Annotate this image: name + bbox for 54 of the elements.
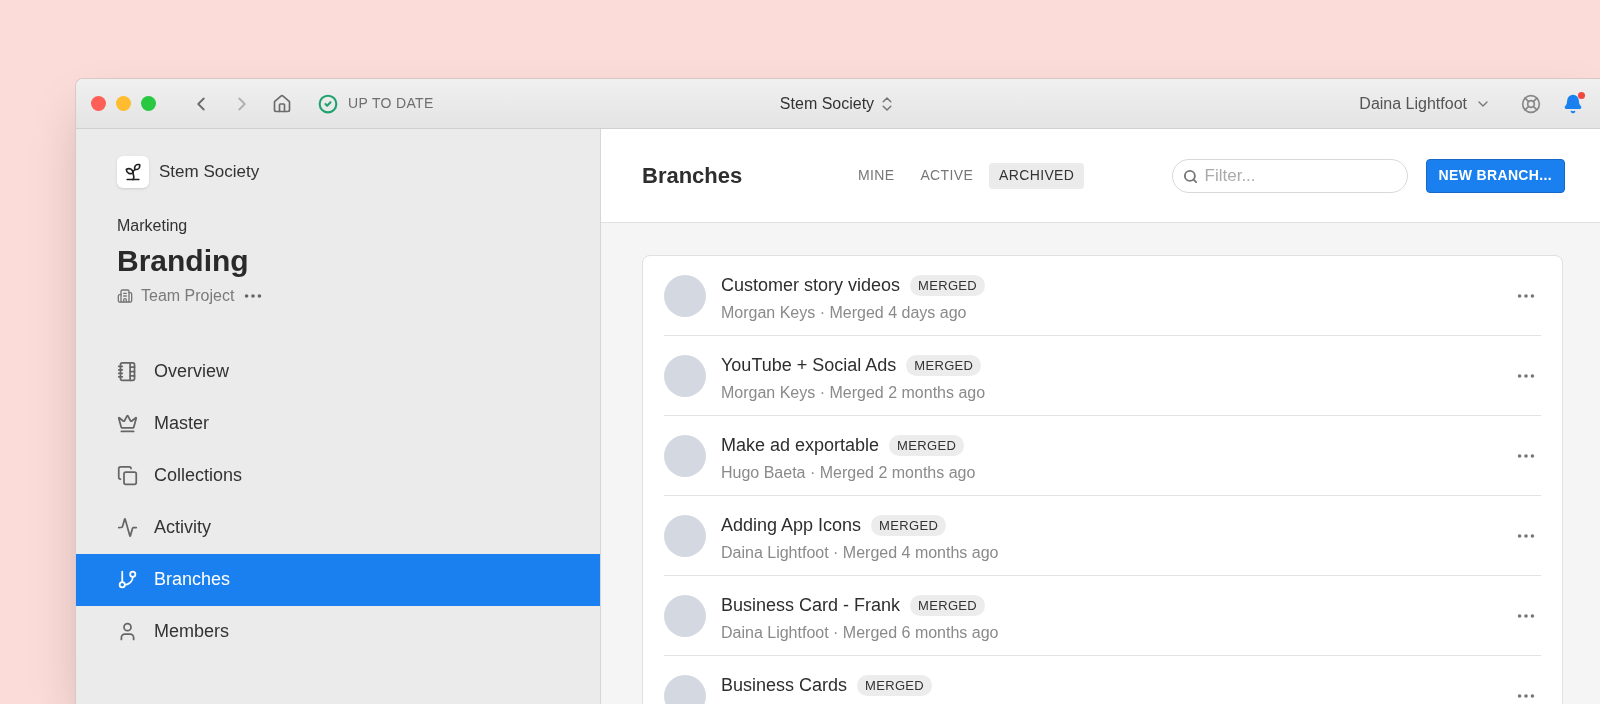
lifebuoy-icon[interactable] [1521,93,1541,114]
sync-status: UP TO DATE [348,94,434,113]
nav-item[interactable]: Branches [76,553,600,606]
avatar [664,595,706,637]
branch-meta: Hugo Baeta · Merged 2 months ago [721,463,976,483]
status-badge: MERGED [889,434,965,457]
status-badge: MERGED [857,674,933,697]
nav-item[interactable]: Overview [76,345,600,398]
group-name: Marketing [116,216,189,236]
new-branch-button[interactable]: NEW BRANCH... [1425,158,1565,193]
nav-item[interactable]: Members [76,605,600,658]
close-button[interactable] [91,96,106,111]
check-icon [318,93,338,114]
copy-icon [117,465,138,486]
avatar [664,275,706,317]
branch-title[interactable]: Make ad exportable [721,432,880,459]
search-icon [1182,168,1198,184]
branch-title[interactable]: Business Card - Frank [721,592,901,619]
branch-meta: Morgan Keys · Merged 4 days ago [721,303,968,323]
branch-title[interactable]: Adding App Icons [721,512,862,539]
filter-tab[interactable]: ACTIVE [910,162,984,189]
building-icon [117,287,133,304]
branch-title[interactable]: Customer story videos [721,272,901,299]
filter-tab[interactable]: ARCHIVED [989,162,1085,189]
workspace-switcher[interactable]: Stem Society [779,91,897,116]
project-type: Team Project [141,285,235,306]
project-title: Branding [116,243,250,279]
branch-icon [117,569,138,590]
avatar [664,435,706,477]
bell-icon[interactable] [1563,93,1583,114]
avatar [664,515,706,557]
filter-tab[interactable]: MINE [848,162,905,189]
notebook-icon [117,361,138,382]
status-badge: MERGED [906,354,982,377]
pulse-icon [117,517,138,538]
page-title: Branches [642,162,744,190]
branch-meta: Daina Lightfoot · Merged 4 months ago [721,543,999,563]
org-name[interactable]: Stem Society [159,159,260,185]
home-icon[interactable] [272,93,292,114]
status-badge: MERGED [910,274,986,297]
nav-item[interactable]: Collections [76,449,600,502]
nav-item[interactable]: Activity [76,501,600,554]
branch-meta: Morgan Keys · Merged 2 months ago [721,383,986,403]
branch-title[interactable]: Business Cards [721,672,848,699]
user-menu[interactable]: Daina Lightfoot [1359,91,1491,116]
avatar [664,355,706,397]
branch-title[interactable]: YouTube + Social Ads [721,352,897,379]
crown-icon [117,413,138,434]
nav-item[interactable]: Master [76,397,600,450]
status-badge: MERGED [871,514,947,537]
status-badge: MERGED [910,594,986,617]
branch-meta: Daina Lightfoot · Merged 6 months ago [721,623,999,643]
sprout-icon [123,162,143,182]
filter-field[interactable]: Filter... [1171,158,1408,193]
